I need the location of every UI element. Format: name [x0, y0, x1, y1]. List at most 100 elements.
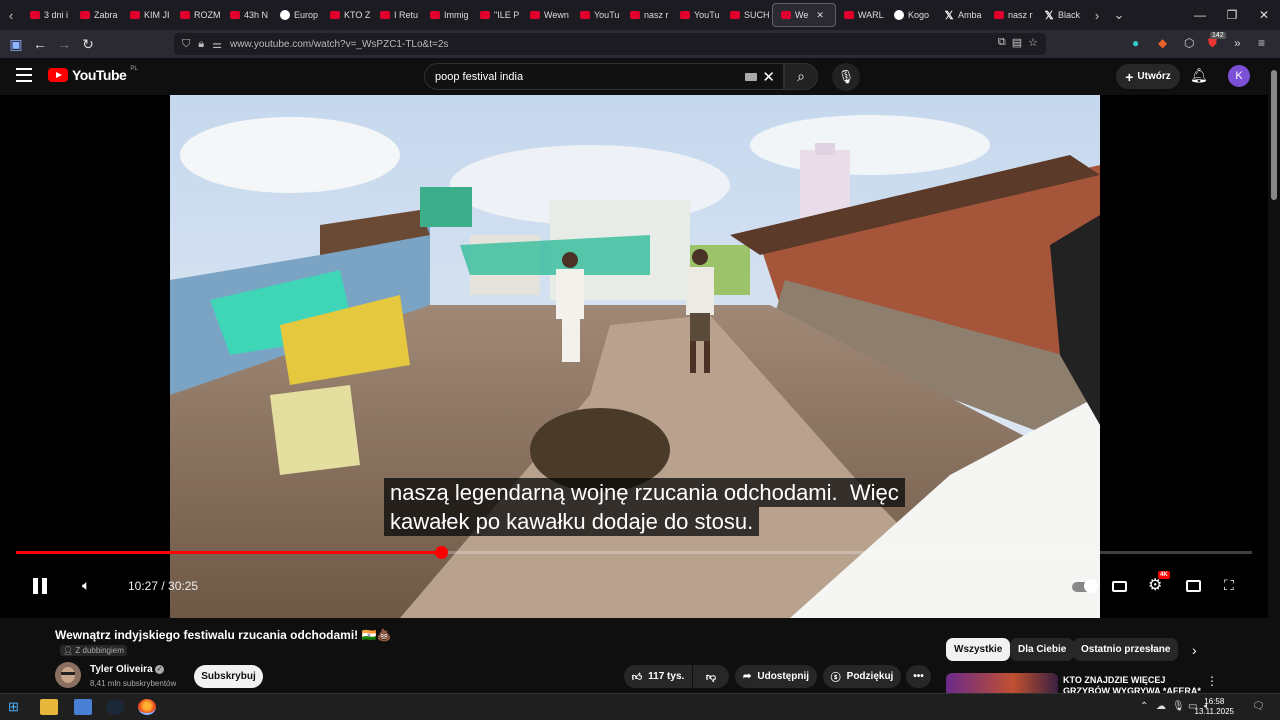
search-button[interactable]: ⌕ — [784, 63, 818, 90]
firefox-extension-icon[interactable]: ◆ — [1158, 36, 1167, 50]
browser-tab[interactable]: WARL — [836, 0, 886, 30]
more-dots-icon: ••• — [913, 671, 924, 682]
extensions-icon[interactable]: ⬡ — [1184, 36, 1194, 50]
firefox-icon[interactable] — [138, 699, 156, 715]
browser-tab[interactable]: Zabra — [72, 0, 122, 30]
user-avatar[interactable]: K — [1228, 65, 1250, 87]
chip-recently-uploaded[interactable]: Ostatnio przesłane — [1073, 638, 1179, 661]
browser-tab[interactable]: Europ — [272, 0, 322, 30]
youtube-icon — [530, 11, 540, 19]
recommended-video-thumbnail[interactable] — [946, 673, 1058, 693]
create-label: Utwórz — [1137, 71, 1171, 82]
channel-name[interactable]: Tyler Oliveira — [90, 664, 153, 675]
video-frame[interactable] — [170, 95, 1100, 618]
recommended-more-icon[interactable]: ⋮ — [1206, 674, 1218, 688]
browser-tab[interactable]: KTO Z — [322, 0, 372, 30]
forward-icon[interactable]: → — [52, 36, 76, 52]
recommended-video-title[interactable]: KTO ZNAJDZIE WIĘCEJ GRZYBÓW WYGRYWA *AFE… — [1063, 675, 1203, 693]
volume-icon[interactable]: 🔈︎ — [82, 577, 90, 594]
browser-tab[interactable]: Kogo — [886, 0, 936, 30]
back-icon[interactable]: ← — [28, 36, 52, 52]
reload-icon[interactable]: ↻ — [76, 36, 100, 53]
thanks-button[interactable]: ⓢ Podziękuj — [823, 665, 901, 688]
subscribe-button[interactable]: Subskrybuj — [194, 665, 263, 688]
fullscreen-icon[interactable]: ⛶ — [1224, 577, 1234, 594]
browser-tab[interactable]: ROZM — [172, 0, 222, 30]
more-actions-button[interactable]: ••• — [906, 665, 931, 688]
browser-tab[interactable]: Wewn — [522, 0, 572, 30]
steam-icon[interactable] — [106, 699, 124, 715]
browser-tab[interactable]: 43h N — [222, 0, 272, 30]
miniplayer-button[interactable] — [1186, 580, 1201, 592]
app-menu-icon[interactable]: ≡ — [1258, 36, 1265, 50]
picture-in-picture-icon[interactable]: ⧉ — [998, 36, 1006, 49]
restore-icon[interactable]: ❐ — [1216, 8, 1248, 22]
onedrive-icon[interactable]: ☁ — [1156, 701, 1166, 712]
subtitles-button[interactable] — [1112, 581, 1127, 592]
pause-button[interactable] — [30, 575, 50, 597]
video-player[interactable]: naszą legendarną wojnę rzucania odchodam… — [0, 95, 1268, 618]
clock-date: 13.11.2025 — [1194, 707, 1234, 716]
url-text[interactable]: www.youtube.com/watch?v=_WsPZC1-TLo&t=2s — [230, 39, 448, 50]
tab-scroll-right-icon[interactable]: › — [1086, 8, 1108, 23]
progress-bar[interactable] — [16, 546, 1252, 559]
browser-tab[interactable]: 3 dni i — [22, 0, 72, 30]
shield-icon[interactable]: ⛉ — [182, 38, 190, 51]
bookmark-star-icon[interactable]: ☆ — [1028, 36, 1038, 49]
close-tab-icon[interactable]: ✕ — [816, 10, 824, 21]
browser-tab[interactable]: SUCH — [722, 0, 772, 30]
browser-tab[interactable]: KIM JI — [122, 0, 172, 30]
search-input[interactable]: poop festival india ✕ — [424, 63, 784, 90]
notification-center-icon[interactable]: 🗨︎ — [1252, 701, 1265, 712]
tab-scroll-left-icon[interactable]: ‹ — [0, 8, 22, 23]
browser-tab[interactable]: 𝕏 Amba — [936, 0, 986, 30]
file-explorer-icon[interactable] — [40, 699, 58, 715]
overflow-menu-icon[interactable]: » — [1234, 36, 1241, 50]
like-button[interactable]: 👍︎ 117 tys. — [624, 665, 692, 688]
chip-for-you[interactable]: Dla Ciebie — [1010, 638, 1075, 661]
browser-tab[interactable]: YouTu — [672, 0, 722, 30]
browser-tab[interactable]: nasz r — [622, 0, 672, 30]
page-scrollbar[interactable] — [1268, 58, 1280, 693]
progress-scrubber-handle[interactable] — [434, 546, 448, 559]
sidebar-toggle-icon[interactable]: ▣ — [4, 36, 28, 53]
clear-search-icon[interactable]: ✕ — [762, 68, 775, 86]
channel-avatar[interactable] — [55, 662, 81, 688]
autoplay-toggle[interactable] — [1072, 579, 1098, 593]
chip-all[interactable]: Wszystkie — [946, 638, 1011, 661]
reader-view-icon[interactable]: ▤ — [1012, 36, 1022, 49]
browser-tab[interactable]: "ILE P — [472, 0, 522, 30]
monitor-app-icon[interactable] — [74, 699, 92, 715]
scrollbar-thumb[interactable] — [1271, 70, 1277, 200]
dislike-button[interactable]: 👎︎ — [693, 665, 729, 688]
share-button[interactable]: ➦ Udostępnij — [735, 665, 817, 688]
tab-list-chevron-icon[interactable]: ⌄ — [1108, 7, 1130, 23]
permissions-icon[interactable]: ⚌ — [212, 38, 222, 51]
browser-tab[interactable]: Immig — [422, 0, 472, 30]
microphone-tray-icon[interactable]: 🎙︎ — [1172, 701, 1185, 712]
browser-tab[interactable]: YouTu — [572, 0, 622, 30]
hamburger-menu-icon[interactable] — [16, 68, 32, 86]
minimize-icon[interactable]: — — [1184, 8, 1216, 22]
tab-label: nasz r — [1008, 10, 1033, 20]
keyboard-icon[interactable] — [745, 73, 757, 81]
url-bar[interactable]: ⛉ 🔒︎ ⚌ www.youtube.com/watch?v=_WsPZC1-T… — [174, 33, 1046, 55]
browser-tab[interactable]: 𝕏 Black — [1036, 0, 1086, 30]
search-query-text[interactable]: poop festival india — [435, 71, 523, 83]
create-button[interactable]: + Utwórz — [1116, 64, 1180, 89]
tray-chevron-icon[interactable]: ⌃ — [1140, 701, 1148, 712]
plus-icon: + — [1125, 68, 1134, 85]
globe-icon — [894, 10, 904, 20]
close-window-icon[interactable]: ✕ — [1248, 8, 1280, 22]
voice-search-button[interactable]: 🎙︎ — [832, 63, 860, 91]
windows-start-icon[interactable]: ⊞ — [8, 699, 26, 715]
lock-icon[interactable]: 🔒︎ — [198, 38, 204, 51]
chips-next-chevron-icon[interactable]: › — [1192, 642, 1197, 658]
taskbar-clock[interactable]: 16:58 13.11.2025 — [1195, 697, 1234, 717]
vpn-extension-icon[interactable]: ● — [1132, 36, 1139, 50]
youtube-logo[interactable]: YouTube PL — [48, 66, 138, 83]
browser-tab[interactable]: We ✕ — [772, 3, 836, 27]
notifications-bell-icon[interactable]: 🔔︎ — [1190, 67, 1208, 84]
browser-tab[interactable]: I Retu — [372, 0, 422, 30]
browser-tab[interactable]: nasz r — [986, 0, 1036, 30]
